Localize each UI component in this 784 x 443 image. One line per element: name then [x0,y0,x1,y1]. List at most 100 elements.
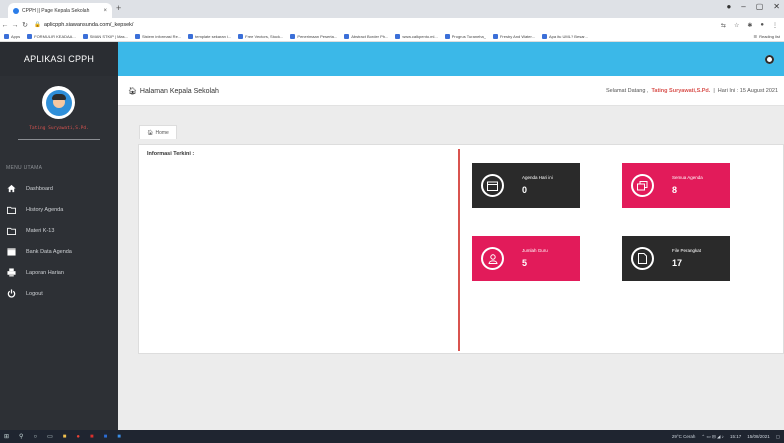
maximize-icon[interactable]: ▢ [756,2,764,11]
bookmark-item[interactable]: Fresby And Water... [492,34,535,39]
welcome-text: Selamat Datang , [605,88,649,94]
task-view-icon[interactable]: ▭ [47,433,53,440]
weather-text[interactable]: 29°C Cerah [672,434,696,440]
bookmark-item[interactable]: template sekaran i... [188,34,231,39]
reload-icon[interactable]: ↻ [20,21,30,29]
new-tab-button[interactable]: + [116,3,121,13]
bookmark-item[interactable]: Free Vectors, Stock... [238,34,283,39]
address-bar[interactable]: 🔒 aplicpph.siawansunda.com/_kepsek/ [34,22,133,28]
bookmark-icon [135,34,140,39]
app-icon[interactable]: ■ [117,434,121,440]
bookmark-item[interactable]: Penerimaan Peserta... [290,34,337,39]
info-title: Informasi Terkini : [147,151,195,157]
chrome-icon[interactable]: ● [76,434,80,440]
tray-icons[interactable]: ⌃ ▭ ⊟ ◢ ♪ [701,434,724,440]
clock-date[interactable]: 15/08/2021 [747,434,770,440]
date-separator: | [713,88,715,94]
menu-title: MENU UTAMA [6,165,43,171]
tab-close-icon[interactable]: × [103,8,107,14]
bookmark-icon [188,34,194,39]
bookmark-icon [541,34,547,39]
user-avatar-icon [45,89,72,116]
sidebar-item-materi-k13[interactable]: Materi K-13 [0,220,118,241]
browser-tabstrip: CPPH || Page Kepala Sekolah × + ● – ▢ ✕ [0,0,784,18]
welcome-user-name: Tating Suryawati,S.Pd. [651,88,711,94]
sidebar-item-dashboard[interactable]: Dashboard [0,178,118,199]
main-content: 🏠︎ Home Informasi Terkini : Agenda Hari … [118,106,784,430]
bookmark-icon [344,34,350,39]
clock-time[interactable]: 15:17 [730,434,741,440]
bookmark-icon [82,34,88,39]
card-label: File Perangkat [672,248,702,253]
dashboard-panel: 🏠︎ Home Informasi Terkini : Agenda Hari … [138,125,784,354]
print-icon [6,268,16,278]
sidebar-user-name: Tating Suryawati,S.Pd. [29,126,89,131]
sidebar-item-bank-data-agenda[interactable]: Bank Data Agenda [0,241,118,262]
translate-icon[interactable]: ⇆ [721,22,726,29]
card-file-perangkat[interactable]: File Perangkat 17 [622,236,730,281]
close-window-icon[interactable]: ✕ [773,2,780,11]
date-text: Hari Ini : 15 August 2021 [717,88,778,94]
home-icon: 🏠︎ [128,88,137,95]
pdf-app-icon[interactable]: ■ [90,434,94,440]
card-value: 0 [522,185,528,195]
bookmarks-bar: Apps FORMULIR KEADAA... SMAN STKIP | Mas… [0,32,784,42]
bookmark-item[interactable]: FORMULIR KEADAA... [27,34,76,39]
sidebar-item-logout[interactable]: Logout [0,283,118,304]
sidebar-menu: Dashboard History Agenda Materi K-13 Ban… [0,178,118,304]
tab-favicon-icon [13,7,19,14]
card-jumlah-guru[interactable]: Jumlah Guru 5 [472,236,580,281]
sidebar-item-label: Materi K-13 [26,227,55,234]
page-header: 🏠︎ Halaman Kepala Sekolah Selamat Datang… [118,76,784,106]
user-icon [481,247,504,270]
card-label: Jumlah Guru [522,248,548,253]
back-icon[interactable]: ← [0,22,10,29]
sidebar-divider [18,139,100,140]
reading-list-icon: ☰ [753,34,758,39]
browser-tab[interactable]: CPPH || Page Kepala Sekolah × [8,3,112,18]
window-controls: ● – ▢ ✕ [726,2,780,11]
url-text: aplicpph.siawansunda.com/_kepsek/ [43,22,134,28]
sidebar-item-label: Laporan Harian [26,269,64,276]
bookmark-item[interactable]: Apps [4,34,20,39]
file-explorer-icon[interactable]: ■ [63,434,67,440]
user-menu-icon[interactable] [765,55,774,64]
sidebar-item-history-agenda[interactable]: History Agenda [0,199,118,220]
bookmark-item[interactable]: Apa itu UML? Besar... [541,34,588,39]
avatar-icon[interactable]: ● [760,22,764,29]
power-icon [6,289,16,299]
lock-icon: 🔒 [34,22,41,28]
bookmark-item[interactable]: SMAN STKIP | Mas... [82,34,128,39]
system-tray: 29°C Cerah ⌃ ▭ ⊟ ◢ ♪ 15:17 15/08/2021 ▢ [672,434,784,440]
card-value: 8 [672,185,678,195]
extensions-icon[interactable]: ✱ [747,22,752,29]
sidebar-item-laporan-harian[interactable]: Laporan Harian [0,262,118,283]
bookmark-item[interactable]: Progrus Turaneha_ [444,34,486,39]
bookmark-item[interactable]: www.calkpento.ml... [395,34,438,39]
more-menu-icon[interactable]: ⋮ [772,22,778,29]
cortana-icon[interactable]: ○ [33,434,37,440]
star-icon[interactable]: ☆ [734,22,739,29]
card-agenda-hari-ini[interactable]: Agenda Hari ini 0 [472,163,580,208]
minimize-icon[interactable]: – [741,2,745,11]
card-semua-agenda[interactable]: Semua Agenda 8 [622,163,730,208]
page-title: 🏠︎ Halaman Kepala Sekolah [128,87,219,96]
windows-start-icon[interactable]: ⊞ [4,433,9,440]
folder-icon [6,205,16,215]
app-brand[interactable]: APLIKASI CPPH [0,42,118,76]
breadcrumb[interactable]: 🏠︎ Home [139,125,177,139]
home-icon: 🏠︎ [147,129,154,136]
search-icon[interactable]: ⚲ [19,433,23,440]
notification-icon[interactable]: ▢ [776,434,780,440]
bookmark-item[interactable]: Sistem informasi Re... [135,34,181,39]
forward-icon[interactable]: → [10,22,20,29]
bookmark-icon [444,34,450,39]
home-icon [6,184,16,194]
bookmark-item[interactable]: Abstract Border Ph... [344,34,388,39]
folder-icon [6,226,16,236]
word-icon[interactable]: ■ [104,434,108,440]
reading-list-button[interactable]: ☰ Reading list [754,34,784,39]
bookmark-icon [395,34,401,39]
card-value: 5 [522,258,528,268]
profile-icon[interactable]: ● [726,2,731,11]
